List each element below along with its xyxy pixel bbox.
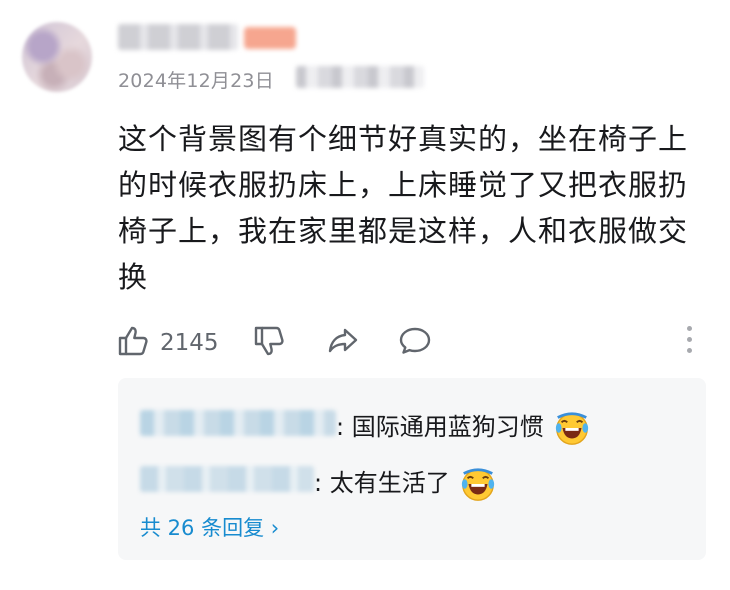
comment-date: 2024年12月23日 — [118, 70, 274, 92]
avatar[interactable] — [22, 22, 92, 92]
share-icon[interactable] — [326, 324, 360, 358]
thumbs-down-icon[interactable] — [252, 324, 286, 358]
location-blurred — [296, 66, 424, 88]
action-bar: 2145 — [0, 320, 730, 364]
reply-username-blurred[interactable] — [140, 410, 336, 436]
reply-item[interactable]: : 国际通用蓝狗习惯 — [140, 402, 700, 445]
comment-text: 这个背景图有个细节好真实的，坐在椅子上的时候衣服扔床上，上床睡觉了又把衣服扔椅子… — [118, 122, 689, 294]
replies-panel: : 国际通用蓝狗习惯 : 太有生活了 共 26 条回复 › — [118, 378, 706, 560]
comment-icon[interactable] — [398, 324, 432, 358]
laughing-tears-emoji — [556, 412, 589, 445]
view-all-replies-link[interactable]: 共 26 条回复 › — [140, 512, 279, 542]
reply-text: : 太有生活了 — [314, 463, 497, 503]
more-icon[interactable] — [684, 326, 694, 360]
user-badge-blurred — [244, 27, 296, 49]
username-blurred[interactable] — [118, 24, 238, 50]
reply-item[interactable]: : 太有生活了 — [140, 458, 700, 501]
reply-username-blurred[interactable] — [140, 466, 314, 492]
reply-text: : 国际通用蓝狗习惯 — [336, 407, 591, 447]
laughing-tears-emoji — [462, 468, 495, 501]
thumbs-up-icon[interactable] — [116, 324, 150, 358]
like-count: 2145 — [160, 330, 219, 356]
